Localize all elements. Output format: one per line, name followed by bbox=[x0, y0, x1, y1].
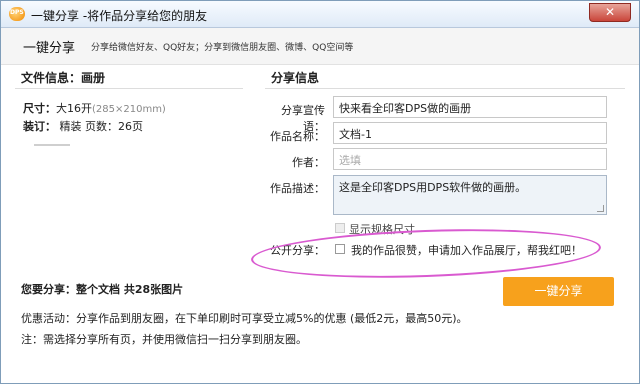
show-size-checkbox[interactable] bbox=[335, 223, 345, 233]
header-subtitle: 分享给微信好友、QQ好友；分享到微信朋友圈、微博、QQ空间等 bbox=[91, 43, 354, 53]
size-row: 尺寸：大16开(285×210mm) bbox=[23, 100, 166, 116]
one-click-share-button[interactable]: 一键分享 bbox=[503, 277, 614, 306]
title-bar: DPS 一键分享 -将作品分享给您的朋友 ✕ bbox=[1, 1, 639, 28]
slogan-input[interactable]: 快来看全印客DPS做的画册 bbox=[333, 96, 607, 118]
file-info-title: 文件信息：画册 bbox=[21, 71, 106, 85]
right-divider bbox=[265, 88, 625, 89]
share-info-title: 分享信息 bbox=[271, 71, 320, 85]
note-text: 注：需选择分享所有页，并使用微信扫一扫分享到朋友圈。 bbox=[21, 333, 307, 346]
thumbnail-preview bbox=[34, 144, 70, 146]
resize-handle-icon[interactable] bbox=[597, 205, 604, 212]
work-name-input[interactable]: 文档-1 bbox=[333, 122, 607, 144]
size-label: 尺寸： bbox=[23, 102, 56, 115]
left-divider bbox=[15, 88, 243, 89]
window-title: 一键分享 -将作品分享给您的朋友 bbox=[31, 9, 208, 23]
binding-row: 装订： 精装 页数：26页 bbox=[23, 118, 143, 134]
description-text: 这是全印客DPS用DPS软件做的画册。 bbox=[339, 181, 527, 194]
pages-value: 26页 bbox=[118, 120, 143, 133]
binding-value: 精装 bbox=[59, 120, 82, 133]
highlight-annotation bbox=[250, 223, 602, 284]
author-input[interactable]: 选填 bbox=[333, 148, 607, 170]
pages-label: 页数： bbox=[85, 120, 118, 133]
app-logo-text: DPS bbox=[10, 9, 24, 16]
description-label: 作品描述： bbox=[270, 182, 325, 195]
promo-text: 优惠活动：分享作品到朋友圈，在下单印刷时可享受立减5%的优惠 (最低2元，最高5… bbox=[21, 312, 468, 325]
work-name-label: 作品名称： bbox=[270, 130, 325, 143]
size-value: 大16开 bbox=[56, 102, 92, 115]
share-summary: 您要分享：整个文档 共28张图片 bbox=[21, 283, 184, 296]
description-textarea[interactable]: 这是全印客DPS用DPS软件做的画册。 bbox=[333, 175, 607, 215]
header-title: 一键分享 bbox=[23, 41, 76, 56]
close-icon: ✕ bbox=[604, 5, 616, 19]
close-button[interactable]: ✕ bbox=[589, 3, 631, 22]
author-label: 作者： bbox=[292, 156, 325, 169]
share-dialog: DPS 一键分享 -将作品分享给您的朋友 ✕ 一键分享 分享给微信好友、QQ好友… bbox=[0, 0, 640, 384]
size-detail: (285×210mm) bbox=[92, 104, 166, 115]
dialog-header: 一键分享 分享给微信好友、QQ好友；分享到微信朋友圈、微博、QQ空间等 bbox=[1, 28, 639, 65]
binding-label: 装订： bbox=[23, 120, 56, 133]
